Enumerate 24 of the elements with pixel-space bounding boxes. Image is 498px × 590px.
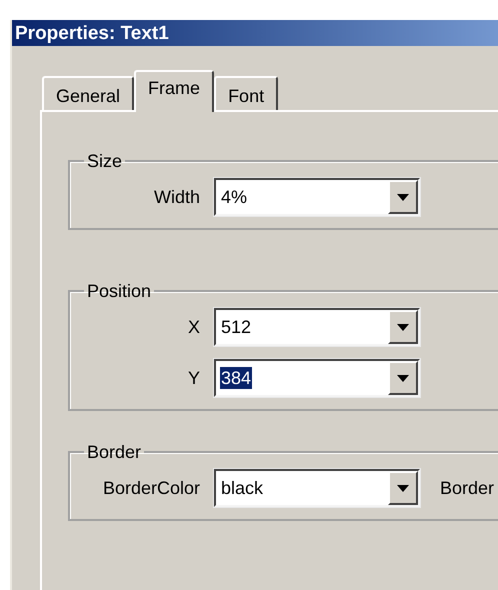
caret-icon (397, 374, 409, 382)
combo-box[interactable]: black (214, 469, 420, 507)
group-title: Border (86, 441, 142, 463)
field-label: Width (154, 186, 200, 208)
combo-box[interactable]: 512 (214, 308, 420, 346)
tab[interactable]: Frame (134, 70, 214, 112)
tab[interactable]: General (42, 76, 134, 110)
dropdown-button[interactable] (388, 361, 418, 395)
field-label: Y (188, 366, 200, 390)
tab[interactable]: Font (214, 76, 278, 110)
dropdown-button[interactable] (388, 471, 418, 505)
group-title: Size (86, 150, 124, 172)
window-title: Properties: Text1 (14, 24, 169, 42)
caret-icon (397, 324, 409, 330)
dropdown-button[interactable] (388, 180, 418, 214)
field-label: X (188, 316, 200, 338)
caret-icon (397, 194, 409, 200)
combo-box[interactable]: 4% (214, 178, 420, 216)
group-title: Position (86, 280, 152, 302)
combo-box[interactable]: 384 (214, 359, 420, 397)
field-label: BorderColor (102, 476, 200, 500)
caret-icon (397, 484, 409, 492)
field-label: Border (440, 476, 494, 500)
dropdown-button[interactable] (388, 310, 418, 344)
